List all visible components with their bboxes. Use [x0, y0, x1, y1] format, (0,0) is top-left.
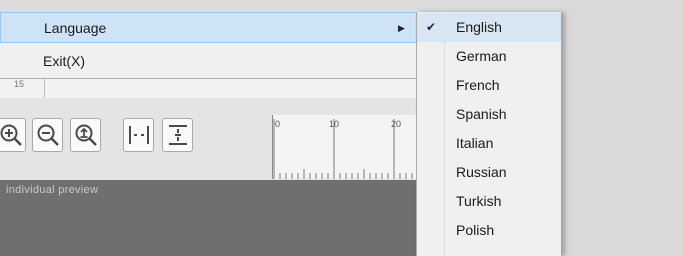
zoom-in-icon	[0, 124, 22, 146]
submenu-arrow-icon: ▶	[398, 23, 405, 33]
language-option-english[interactable]: ✔ English	[417, 13, 561, 42]
zoom-out-icon	[37, 124, 59, 146]
row-number-bar: 15	[0, 78, 420, 99]
language-submenu: ✔ English German French Spanish Italian …	[416, 12, 562, 256]
ruler-ticks	[273, 119, 419, 179]
preview-toolbar: 0 10 20	[0, 98, 423, 180]
language-option-italian[interactable]: Italian	[417, 129, 561, 158]
language-option-polish[interactable]: Polish	[417, 216, 561, 245]
language-option-russian[interactable]: Russian	[417, 158, 561, 187]
fit-height-button[interactable]	[162, 118, 193, 152]
context-menu: Language ▶ Exit(X)	[0, 12, 420, 79]
menu-item-label: Language	[44, 20, 107, 36]
language-option-german[interactable]: German	[417, 42, 561, 71]
preview-area: individual preview	[0, 180, 420, 256]
background-panel	[560, 0, 683, 256]
fit-width-button[interactable]	[123, 118, 154, 152]
fit-height-icon	[168, 125, 187, 145]
menu-item-language[interactable]: Language ▶	[0, 12, 420, 43]
language-option-turkish[interactable]: Turkish	[417, 187, 561, 216]
language-option-french[interactable]: French	[417, 71, 561, 100]
fit-width-icon	[128, 126, 149, 144]
checkmark-icon: ✔	[426, 20, 437, 34]
menu-item-label: Exit(X)	[43, 53, 85, 69]
zoom-fit-icon	[75, 124, 97, 146]
language-option-spanish[interactable]: Spanish	[417, 100, 561, 129]
zoom-in-button[interactable]	[0, 118, 26, 152]
menu-item-exit[interactable]: Exit(X)	[0, 46, 420, 77]
preview-label: individual preview	[6, 184, 99, 196]
zoom-out-button[interactable]	[32, 118, 63, 152]
zoom-fit-button[interactable]	[70, 118, 101, 152]
row-number: 15	[14, 79, 25, 89]
horizontal-ruler: 0 10 20	[272, 115, 423, 179]
